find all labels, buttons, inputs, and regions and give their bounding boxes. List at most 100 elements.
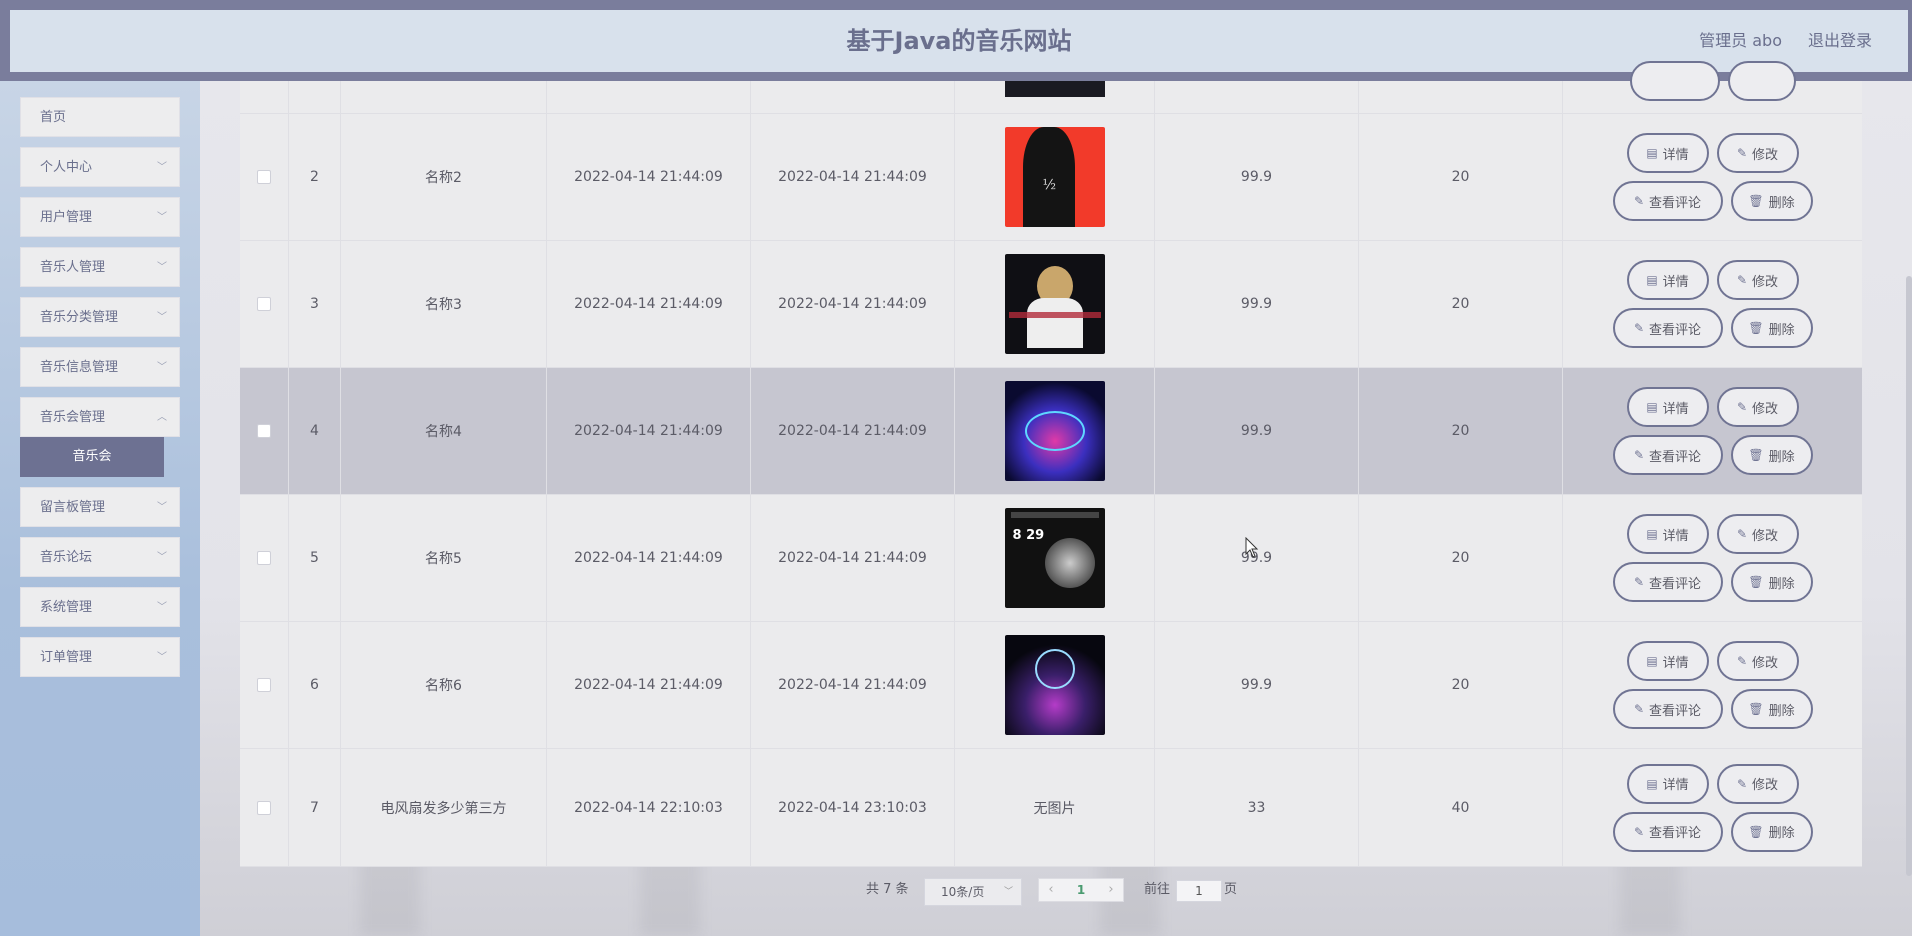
edit-button[interactable]: ✎ 修改 — [1716, 514, 1799, 554]
table-row[interactable]: 3 名称3 2022-04-14 21:44:09 2022-04-14 21:… — [240, 241, 1862, 368]
row-index: 4 — [289, 368, 341, 494]
detail-button[interactable]: ▤ 详情 — [1626, 387, 1709, 427]
concert-image[interactable] — [1004, 635, 1105, 735]
view-comments-button[interactable]: ✎ 查看评论 — [1612, 308, 1723, 348]
pagination-total: 共 7 条 — [866, 882, 909, 897]
ticket-price: 99.9 — [1155, 368, 1359, 494]
mouse-cursor-icon — [1245, 537, 1259, 558]
concert-name: 名称6 — [341, 622, 547, 748]
app-title: 基于Java的音乐网站 — [846, 27, 1072, 55]
concert-table: 2 名称2 2022-04-14 21:44:09 2022-04-14 21:… — [240, 61, 1862, 867]
end-time: 2022-04-14 21:44:09 — [751, 368, 955, 494]
detail-button[interactable]: ▤ 详情 — [1626, 763, 1709, 804]
end-time: 2022-04-14 21:44:09 — [751, 114, 955, 240]
view-comments-button[interactable]: ✎ 查看评论 — [1612, 689, 1723, 729]
table-row[interactable]: 5 名称5 2022-04-14 21:44:09 2022-04-14 21:… — [240, 495, 1862, 622]
next-page-button[interactable]: › — [1101, 879, 1121, 901]
ticket-price: 99.9 — [1155, 114, 1359, 240]
delete-button[interactable]: 🗑 删除 — [1730, 562, 1813, 602]
pencil-icon: ✎ — [1633, 824, 1645, 839]
sidebar-item-musician-management[interactable]: 音乐人管理 ﹀ — [20, 247, 180, 287]
row-actions: ▤ 详情 ✎ 修改 ✎ 查看评论 🗑 删除 — [1563, 368, 1862, 494]
goto-page-input[interactable] — [1176, 880, 1222, 902]
edit-button[interactable]: ✎ 修改 — [1716, 763, 1799, 804]
sidebar-item-music-info-management[interactable]: 音乐信息管理 ﹀ — [20, 347, 180, 387]
sidebar-item-personal-center[interactable]: 个人中心 ﹀ — [20, 147, 180, 187]
sidebar-item-category-management[interactable]: 音乐分类管理 ﹀ — [20, 297, 180, 337]
start-time: 2022-04-14 21:44:09 — [547, 495, 751, 621]
sidebar-item-order-management[interactable]: 订单管理 ﹀ — [20, 637, 180, 677]
sidebar-item-system-management[interactable]: 系统管理 ﹀ — [20, 587, 180, 627]
ticket-count: 20 — [1359, 495, 1563, 621]
sidebar-item-concert-management[interactable]: 音乐会管理 ︿ — [20, 397, 180, 437]
sidebar-subitem-concert[interactable]: 音乐会 — [20, 437, 164, 477]
row-actions: ▤ 详情 ✎ 修改 ✎ 查看评论 🗑 删除 — [1563, 622, 1862, 748]
page-size-select[interactable]: 10条/页 ﹀ — [924, 878, 1022, 906]
detail-button[interactable]: ▤ 详情 — [1626, 133, 1709, 173]
start-time: 2022-04-14 21:44:09 — [547, 241, 751, 367]
header-bar: 基于Java的音乐网站 管理员 abo 退出登录 — [10, 10, 1908, 72]
edit-button[interactable]: ✎ 修改 — [1716, 387, 1799, 427]
view-comments-button[interactable]: ✎ 查看评论 — [1612, 181, 1723, 221]
sidebar-item-label: 个人中心 — [40, 160, 93, 175]
concert-image[interactable]: ½ — [1004, 127, 1105, 227]
edit-button[interactable]: ✎ 修改 — [1716, 260, 1799, 300]
end-time: 2022-04-14 21:44:09 — [751, 622, 955, 748]
sidebar-item-label: 用户管理 — [40, 210, 93, 225]
delete-button[interactable]: 🗑 删除 — [1730, 308, 1813, 348]
document-icon: ▤ — [1646, 400, 1658, 414]
row-checkbox[interactable] — [257, 551, 271, 565]
row-checkbox[interactable] — [257, 800, 271, 815]
table-row[interactable]: 2 名称2 2022-04-14 21:44:09 2022-04-14 21:… — [240, 114, 1862, 241]
pencil-icon: ✎ — [1736, 146, 1748, 160]
pencil-icon: ✎ — [1633, 702, 1645, 716]
delete-button[interactable] — [1727, 61, 1796, 101]
concert-image[interactable]: 8 29 — [1004, 508, 1105, 608]
sidebar-item-user-management[interactable]: 用户管理 ﹀ — [20, 197, 180, 237]
detail-button[interactable]: ▤ 详情 — [1626, 514, 1709, 554]
delete-button[interactable]: 🗑 删除 — [1730, 181, 1813, 221]
row-checkbox[interactable] — [257, 297, 271, 311]
delete-button[interactable]: 🗑 删除 — [1730, 811, 1813, 852]
ticket-count: 20 — [1359, 114, 1563, 240]
sidebar-item-home[interactable]: 首页 — [20, 97, 180, 137]
concert-image[interactable] — [1004, 381, 1105, 481]
detail-button[interactable]: ▤ 详情 — [1626, 641, 1709, 681]
sidebar-item-message-board[interactable]: 留言板管理 ﹀ — [20, 487, 180, 527]
sidebar-item-label: 音乐论坛 — [40, 550, 93, 565]
image-cell: 无图片 — [955, 749, 1155, 866]
top-header: 基于Java的音乐网站 管理员 abo 退出登录 — [0, 0, 1912, 81]
row-checkbox[interactable] — [257, 424, 271, 438]
image-cell: ½ — [955, 114, 1155, 240]
ticket-count: 20 — [1359, 368, 1563, 494]
row-checkbox[interactable] — [257, 678, 271, 692]
page-size-value: 10条/页 — [941, 885, 985, 899]
concert-name: 名称3 — [341, 241, 547, 367]
edit-button[interactable]: ✎ 修改 — [1716, 641, 1799, 681]
view-comments-button[interactable]: ✎ 查看评论 — [1612, 562, 1723, 602]
table-row[interactable]: 6 名称6 2022-04-14 21:44:09 2022-04-14 21:… — [240, 622, 1862, 749]
start-time: 2022-04-14 22:10:03 — [547, 749, 751, 866]
sidebar-item-label: 系统管理 — [40, 600, 93, 615]
concert-image[interactable] — [1004, 254, 1105, 354]
view-comments-button[interactable]: ✎ 查看评论 — [1612, 811, 1723, 852]
ticket-count: 40 — [1359, 749, 1563, 866]
chevron-down-icon: ﹀ — [157, 162, 167, 173]
view-comments-button[interactable]: ✎ 查看评论 — [1612, 435, 1723, 475]
delete-button[interactable]: 🗑 删除 — [1730, 689, 1813, 729]
row-checkbox[interactable] — [257, 170, 271, 184]
row-index: 7 — [289, 749, 341, 866]
document-icon: ▤ — [1646, 146, 1658, 160]
view-comments-button[interactable] — [1629, 61, 1720, 101]
scrollbar[interactable] — [1906, 276, 1912, 876]
table-row[interactable]: 7 电风扇发多少第三方 2022-04-14 22:10:03 2022-04-… — [240, 749, 1862, 867]
edit-button[interactable]: ✎ 修改 — [1716, 133, 1799, 173]
delete-button[interactable]: 🗑 删除 — [1730, 435, 1813, 475]
chevron-down-icon: ﹀ — [157, 362, 167, 373]
image-thumbnail — [1004, 81, 1105, 97]
sidebar-item-music-forum[interactable]: 音乐论坛 ﹀ — [20, 537, 180, 577]
table-row[interactable]: 4 名称4 2022-04-14 21:44:09 2022-04-14 21:… — [240, 368, 1862, 495]
logout-link[interactable]: 退出登录 — [1808, 10, 1872, 72]
chevron-down-icon: ﹀ — [157, 312, 167, 323]
detail-button[interactable]: ▤ 详情 — [1626, 260, 1709, 300]
